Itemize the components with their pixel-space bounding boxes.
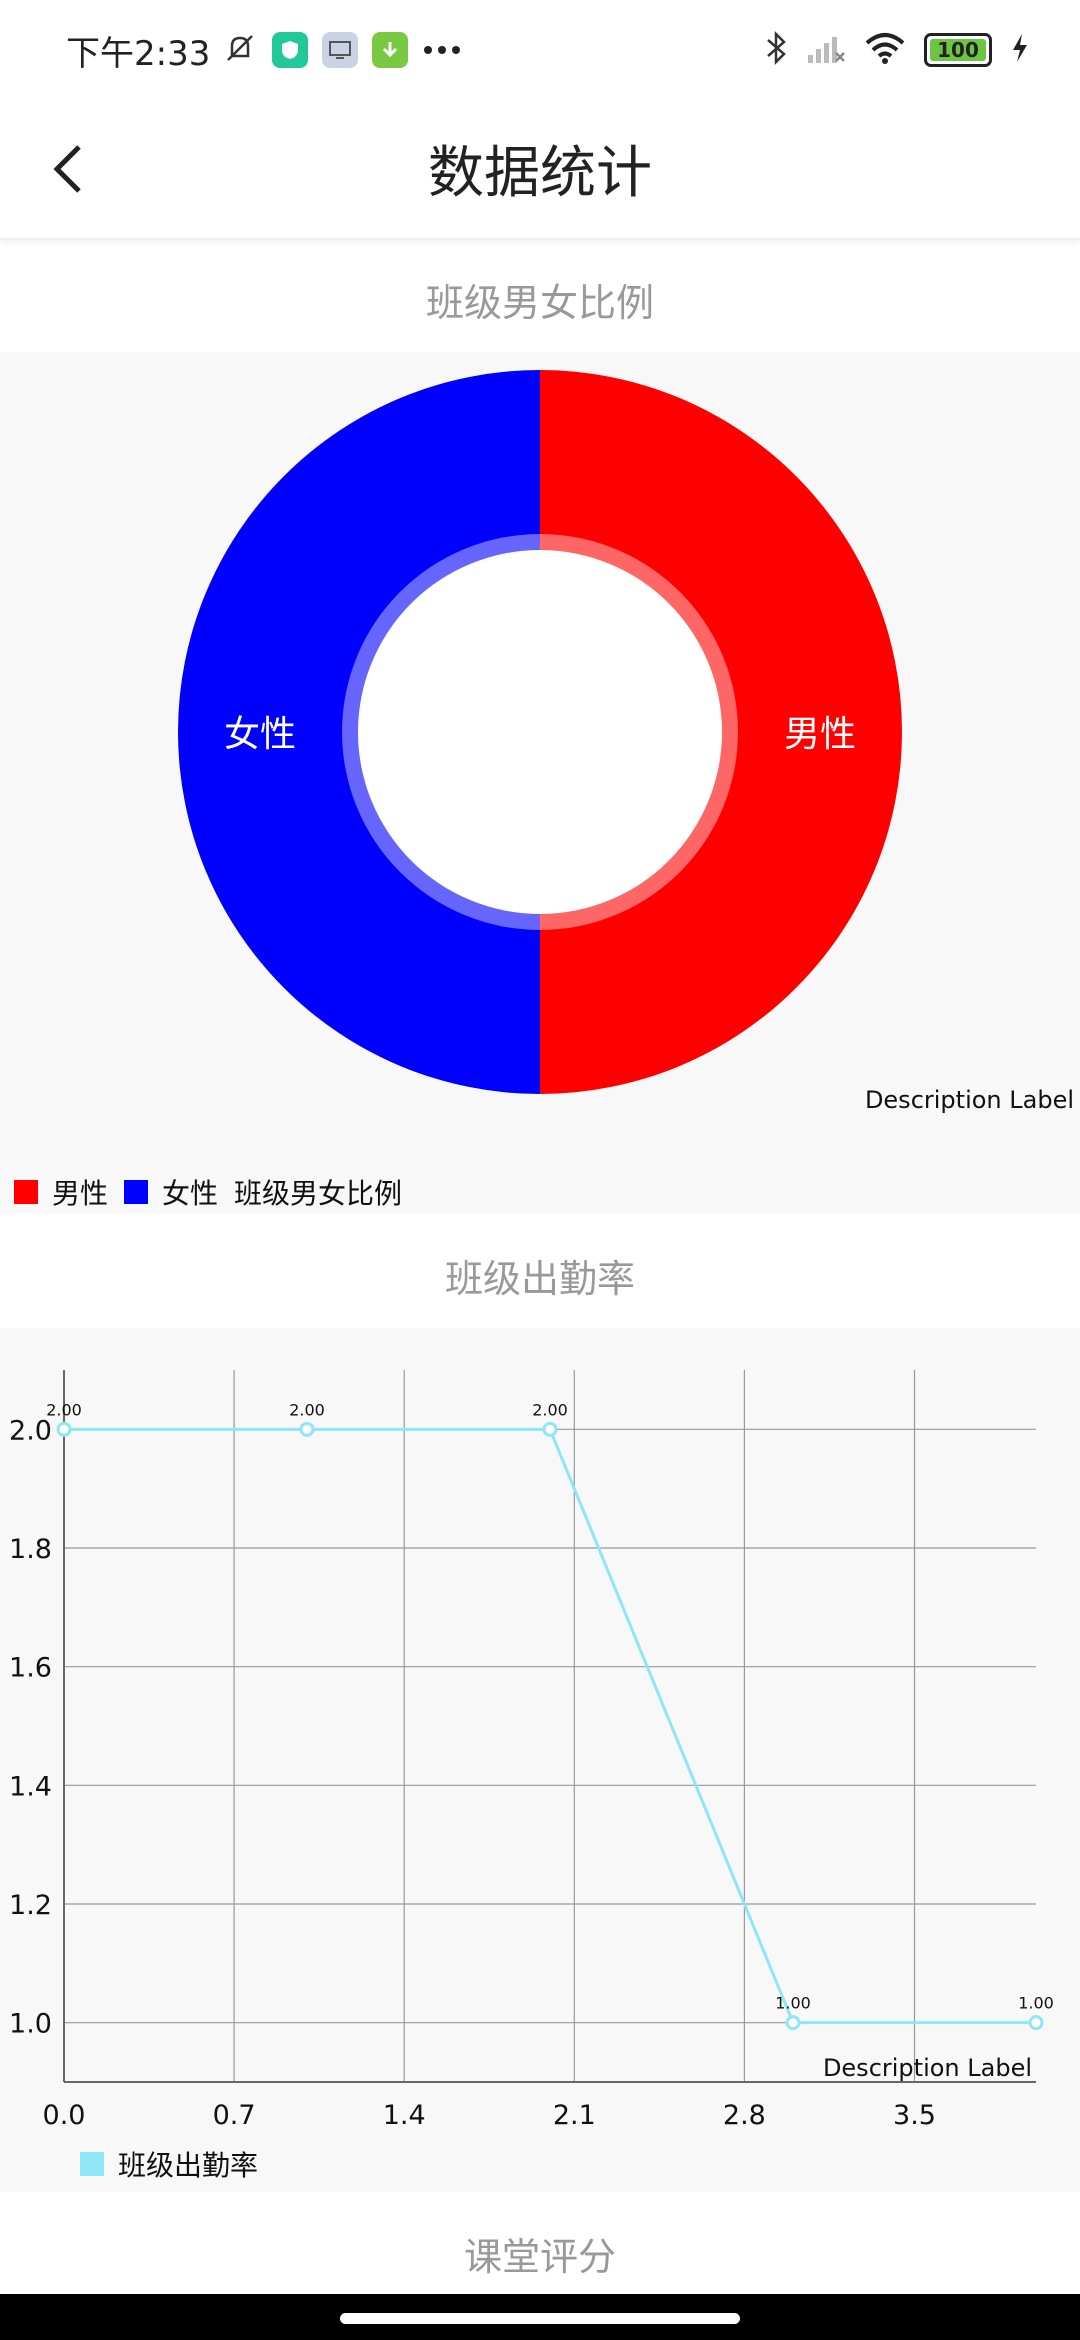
x-tick-label-3: 2.1 — [553, 2100, 596, 2131]
pie-slice-label-1: 女性 — [224, 714, 296, 755]
status-bar: 下午2:33 100 — [0, 0, 1080, 100]
mute-bell-icon — [222, 30, 258, 70]
data-label-3: 1.00 — [775, 1994, 811, 2013]
data-label-1: 2.00 — [289, 1400, 325, 1419]
charging-icon — [1010, 32, 1030, 68]
battery-icon: 100 — [924, 33, 992, 67]
gender-donut-chart[interactable]: 男性女性 — [0, 352, 1080, 1214]
legend-title-gender: 班级男女比例 — [234, 1177, 403, 1210]
score-section-title: 课堂评分 — [463, 2235, 616, 2279]
data-label-4: 1.00 — [1018, 1994, 1054, 2013]
pie-description-label: Description Label — [864, 1086, 1074, 1114]
legend-swatch-attendance — [80, 2152, 104, 2176]
series-line-0 — [64, 1427, 1036, 2025]
shield-app-icon — [272, 32, 308, 68]
pie-legend: 男性 女性 班级男女比例 — [14, 1172, 402, 1212]
bluetooth-icon — [764, 30, 788, 70]
data-point-0[interactable] — [56, 1421, 72, 1437]
status-time: 下午2:33 — [66, 34, 211, 74]
wifi-icon — [864, 31, 906, 69]
y-tick-label-0: 1.0 — [9, 2009, 52, 2040]
data-point-3[interactable] — [785, 2015, 801, 2031]
pie-slice-label-0: 男性 — [784, 714, 856, 755]
legend-swatch-female — [124, 1180, 149, 1204]
legend-label-attendance: 班级出勤率 — [118, 2149, 259, 2182]
data-point-2[interactable] — [542, 1421, 558, 1437]
y-tick-label-1: 1.2 — [9, 1890, 52, 1921]
battery-level: 100 — [937, 38, 979, 62]
legend-label-female: 女性 — [162, 1177, 219, 1210]
x-tick-label-5: 3.5 — [893, 2100, 936, 2131]
home-gesture-handle[interactable] — [340, 2313, 740, 2324]
data-point-1[interactable] — [299, 1421, 315, 1437]
more-dots-icon — [422, 41, 462, 60]
gender-chart-panel: 男性 女性 Description Label 男性 女性 班级男女比例 — [0, 352, 1080, 1214]
legend-swatch-male — [14, 1180, 38, 1204]
legend-label-male: 男性 — [52, 1177, 109, 1210]
attendance-section-title: 班级出勤率 — [444, 1257, 635, 1301]
data-label-0: 2.00 — [46, 1400, 82, 1419]
y-tick-label-2: 1.4 — [9, 1771, 52, 1802]
x-tick-label-2: 1.4 — [383, 2100, 426, 2131]
app-bar: 数据统计 — [0, 100, 1080, 240]
download-app-icon — [372, 32, 408, 68]
x-tick-label-1: 0.7 — [213, 2100, 256, 2131]
x-tick-label-0: 0.0 — [43, 2100, 86, 2131]
line-description-label: Description Label — [822, 2054, 1032, 2082]
y-tick-label-5: 2.0 — [9, 1415, 52, 1446]
x-tick-label-4: 2.8 — [723, 2100, 766, 2131]
attendance-chart-panel: 0.0 0.7 1.4 2.1 2.8 3.5 1.0 1.2 1.4 1.6 1.8 2.0 2.00… — [0, 1328, 1080, 2192]
status-left-icons — [222, 30, 462, 70]
status-right-icons: 100 — [764, 30, 1030, 70]
gender-section-title: 班级男女比例 — [425, 281, 654, 325]
data-label-2: 2.00 — [532, 1400, 568, 1419]
y-tick-label-3: 1.6 — [9, 1653, 52, 1684]
line-legend: 班级出勤率 — [80, 2144, 258, 2184]
page-title: 数据统计 — [428, 141, 652, 206]
y-tick-label-4: 1.8 — [9, 1534, 52, 1565]
signal-off-icon — [806, 31, 846, 69]
screen-app-icon — [322, 32, 358, 68]
data-point-4[interactable] — [1028, 2015, 1044, 2031]
navigation-bar — [0, 2294, 1080, 2340]
donut-hole — [358, 550, 722, 914]
